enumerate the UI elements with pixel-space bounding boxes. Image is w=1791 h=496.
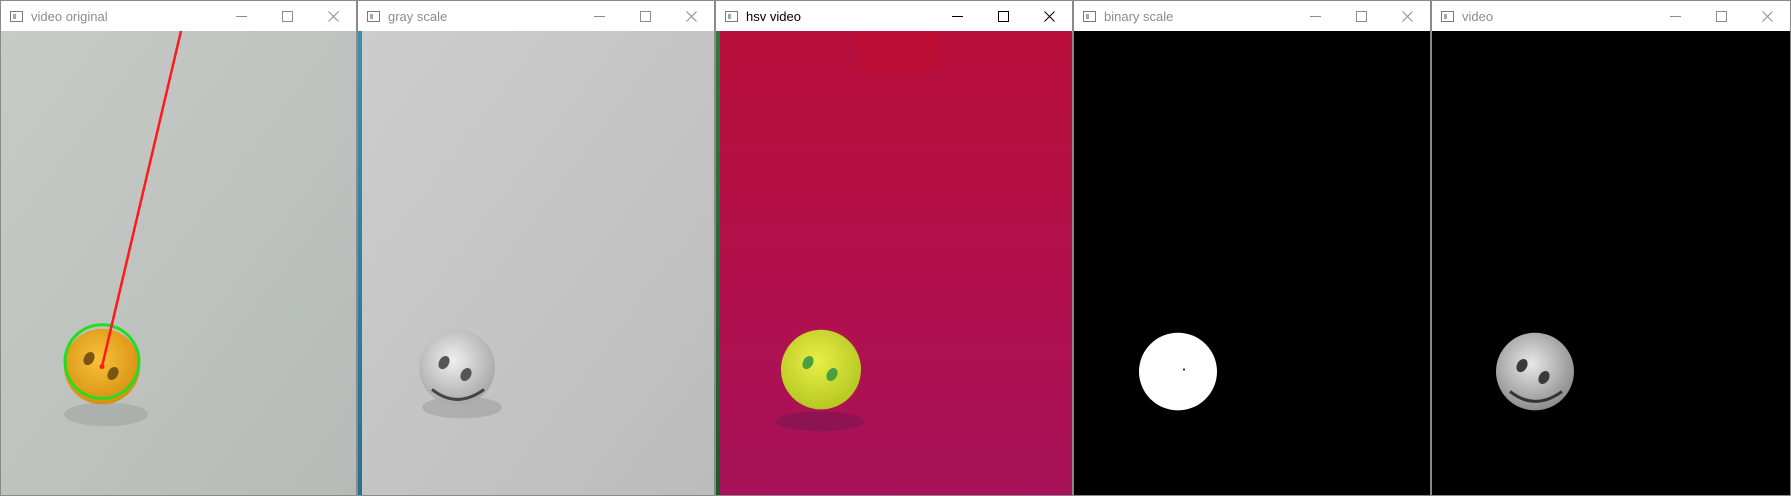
- window-app-icon: [1083, 10, 1096, 22]
- close-icon: [1761, 10, 1773, 22]
- maximize-button[interactable]: [980, 1, 1026, 31]
- video-frame-binary: [1074, 31, 1430, 495]
- ball-hsv: [781, 329, 861, 410]
- title-bar[interactable]: binary scale: [1074, 1, 1430, 31]
- maximize-icon: [997, 10, 1009, 22]
- title-bar[interactable]: video original: [1, 1, 356, 31]
- maximize-button[interactable]: [264, 1, 310, 31]
- close-icon: [1401, 10, 1413, 22]
- title-bar[interactable]: hsv video: [716, 1, 1072, 31]
- window-video-original[interactable]: video original: [0, 0, 357, 496]
- window-gray-scale[interactable]: gray scale: [357, 0, 715, 496]
- title-bar[interactable]: gray scale: [358, 1, 714, 31]
- masked-background: [1432, 31, 1790, 495]
- window-hsv-video[interactable]: hsv video: [715, 0, 1073, 496]
- maximize-button[interactable]: [622, 1, 668, 31]
- close-icon: [685, 10, 697, 22]
- video-frame-masked: [1432, 31, 1790, 495]
- minimize-button[interactable]: [218, 1, 264, 31]
- window-title: binary scale: [1104, 8, 1174, 24]
- minimize-button[interactable]: [1652, 1, 1698, 31]
- minimize-icon: [593, 15, 605, 17]
- minimize-button[interactable]: [1292, 1, 1338, 31]
- maximize-icon: [281, 10, 293, 22]
- close-icon: [327, 10, 339, 22]
- maximize-button[interactable]: [1338, 1, 1384, 31]
- window-app-icon: [725, 10, 738, 22]
- window-title: video: [1462, 8, 1494, 24]
- window-app-icon: [10, 10, 23, 22]
- ball-masked: [1496, 332, 1574, 411]
- binary-blob: [1139, 332, 1217, 411]
- window-title: gray scale: [388, 8, 448, 24]
- binary-background: [1074, 31, 1430, 495]
- minimize-button[interactable]: [934, 1, 980, 31]
- maximize-icon: [1715, 10, 1727, 22]
- camera-background: [720, 31, 1072, 495]
- minimize-icon: [951, 15, 963, 17]
- minimize-button[interactable]: [576, 1, 622, 31]
- window-title: video original: [31, 8, 108, 24]
- close-button[interactable]: [1744, 1, 1790, 31]
- window-app-icon: [1441, 10, 1454, 22]
- video-frame-gray: [362, 31, 714, 495]
- camera-background: [362, 31, 714, 495]
- maximize-button[interactable]: [1698, 1, 1744, 31]
- minimize-icon: [1669, 15, 1681, 17]
- window-video[interactable]: video: [1431, 0, 1791, 496]
- maximize-icon: [639, 10, 651, 22]
- video-frame-hsv: [720, 31, 1072, 495]
- close-button[interactable]: [1026, 1, 1072, 31]
- minimize-icon: [235, 15, 247, 17]
- close-button[interactable]: [310, 1, 356, 31]
- maximize-icon: [1355, 10, 1367, 22]
- close-button[interactable]: [668, 1, 714, 31]
- close-button[interactable]: [1384, 1, 1430, 31]
- window-binary-scale[interactable]: binary scale: [1073, 0, 1431, 496]
- camera-background: [1, 31, 356, 495]
- ball-gray: [419, 329, 495, 406]
- close-icon: [1043, 10, 1055, 22]
- title-bar[interactable]: video: [1432, 1, 1790, 31]
- center-point: [99, 364, 105, 370]
- minimize-icon: [1309, 15, 1321, 17]
- video-frame-original: [1, 31, 356, 495]
- window-title: hsv video: [746, 8, 801, 24]
- window-app-icon: [367, 10, 380, 22]
